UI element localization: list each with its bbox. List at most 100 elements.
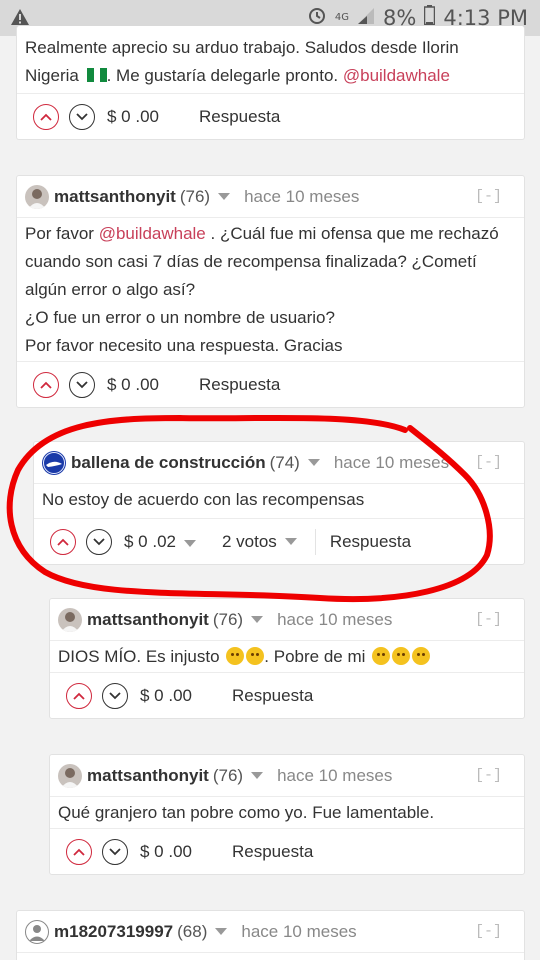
comment-body: Qué granjero tan pobre como yo. Fue lame… [58,799,514,827]
comment-header: mattsanthonyit (76) hace 10 meses [-] [17,176,524,218]
collapse-toggle[interactable]: [-] [475,767,502,784]
mention-link[interactable]: @buildawhale [99,224,206,243]
author-reputation: (76) [212,609,244,629]
reply-button[interactable]: Respuesta [232,842,313,862]
payout-value[interactable]: $ 0 .02 [124,532,196,552]
chevron-down-icon[interactable] [284,538,297,545]
chevron-down-icon[interactable] [307,459,320,466]
avatar[interactable] [42,450,66,475]
chevron-up-icon [40,381,52,389]
comment-card: m18207319997 (68) hace 10 meses [-] [16,910,525,960]
comment-card: mattsanthonyit (76) hace 10 meses [-] Po… [16,175,525,408]
reply-button[interactable]: Respuesta [199,375,280,395]
chevron-down-icon[interactable] [218,193,231,200]
reply-button[interactable]: Respuesta [330,532,411,552]
collapse-toggle[interactable]: [-] [475,188,502,205]
chevron-down-icon[interactable] [251,772,264,779]
avatar[interactable] [25,919,49,944]
comment-header: mattsanthonyit (76) hace 10 meses [-] [50,599,524,641]
crying-face-icon [412,647,431,665]
comment-line: ¿O fue un error o un nombre de usuario? [25,308,335,327]
upvote-button[interactable] [50,528,76,555]
comment-time[interactable]: hace 10 meses [244,187,359,207]
comment-card: mattsanthonyit (76) hace 10 meses [-] DI… [49,598,525,719]
chevron-down-icon[interactable] [184,539,196,547]
collapse-toggle[interactable]: [-] [475,923,502,940]
comment-footer: $ 0 .02 2 votos Respuesta [34,518,524,564]
payout-value[interactable]: $ 0 .00 [140,686,192,706]
author-reputation: (74) [269,452,300,472]
downvote-button[interactable] [69,103,95,130]
payout-value[interactable]: $ 0 .00 [107,375,159,395]
payout-value[interactable]: $ 0 .00 [107,107,159,127]
avatar[interactable] [25,184,49,209]
chevron-up-icon [40,113,52,121]
comment-line: Por favor necesito una respuesta. Gracia… [25,336,343,355]
avatar[interactable] [58,607,82,632]
upvote-button[interactable] [66,682,92,709]
downvote-button[interactable] [102,682,128,709]
payout-value[interactable]: $ 0 .00 [140,842,192,862]
author-reputation: (76) [212,765,244,785]
collapse-toggle[interactable]: [-] [475,611,502,628]
comment-time[interactable]: hace 10 meses [241,922,356,942]
comment-line: No estoy de acuerdo con las recompensas [42,490,365,509]
chevron-down-icon[interactable] [251,616,264,623]
author-name[interactable]: mattsanthonyit [87,766,209,786]
vote-count-dropdown[interactable]: 2 votos [222,532,297,552]
reply-button[interactable]: Respuesta [232,686,313,706]
mention-link[interactable]: @buildawhale [343,66,450,85]
reply-button[interactable]: Respuesta [199,107,280,127]
comment-card: ballena de construcción (74) hace 10 mes… [33,441,525,565]
chevron-down-icon [93,537,105,545]
divider [314,528,316,555]
chevron-down-icon [109,691,121,699]
author-name[interactable]: m18207319997 [54,922,173,942]
downvote-button[interactable] [69,371,95,398]
chevron-down-icon[interactable] [215,928,228,935]
comment-line: Por favor [25,224,94,243]
network-type: 4G [334,11,350,23]
chevron-down-icon [76,380,88,388]
downvote-button[interactable] [86,528,112,555]
comment-body: DIOS MÍO. Es injusto . Pobre de mi [58,643,514,671]
author-reputation: (68) [177,921,208,941]
comment-line: algún error o algo así? [25,280,196,299]
comment-line: Realmente aprecio su arduo trabajo. Salu… [25,38,459,57]
author-name[interactable]: ballena de construcción [71,453,266,473]
comment-footer: $ 0 .00 Respuesta [17,93,524,139]
comment-footer: $ 0 .00 Respuesta [50,672,524,718]
chevron-up-icon [73,692,85,700]
comment-time[interactable]: hace 10 meses [277,766,392,786]
comment-line: Qué granjero tan pobre como yo. Fue lame… [58,803,435,822]
comment-body: Realmente aprecio su arduo trabajo. Salu… [25,34,514,90]
comment-time[interactable]: hace 10 meses [277,610,392,630]
relieved-face-icon [392,647,411,665]
comment-line: . Pobre de mi [264,647,366,666]
downvote-button[interactable] [102,838,128,865]
author-name[interactable]: mattsanthonyit [54,187,176,207]
upvote-button[interactable] [66,838,92,865]
collapse-toggle[interactable]: [-] [475,454,502,471]
comment-body: No estoy de acuerdo con las recompensas [42,486,514,514]
upvote-button[interactable] [33,371,59,398]
comment-line: DIOS MÍO. Es injusto [58,647,220,666]
nigeria-flag-icon [86,63,107,82]
flushed-face-icon [226,647,245,665]
chevron-up-icon [73,848,85,856]
upvote-button[interactable] [33,103,59,130]
comment-line: . ¿Cuál fue mi ofensa que me rechazó [210,224,499,243]
chevron-down-icon [109,847,121,855]
comment-header: mattsanthonyit (76) hace 10 meses [-] [50,755,524,797]
crying-face-icon [372,647,391,665]
author-name[interactable]: mattsanthonyit [87,610,209,630]
comment-line: Nigeria [25,66,79,85]
comment-card: mattsanthonyit (76) hace 10 meses [-] Qu… [49,754,525,875]
comment-body: Por favor @buildawhale . ¿Cuál fue mi of… [25,220,514,360]
avatar[interactable] [58,763,82,788]
comment-line: . Me gustaría delegarle pronto. [106,66,339,85]
comment-time[interactable]: hace 10 meses [334,453,449,473]
comment-footer: $ 0 .00 Respuesta [50,828,524,874]
author-reputation: (76) [179,186,211,206]
comment-header: ballena de construcción (74) hace 10 mes… [34,442,524,484]
